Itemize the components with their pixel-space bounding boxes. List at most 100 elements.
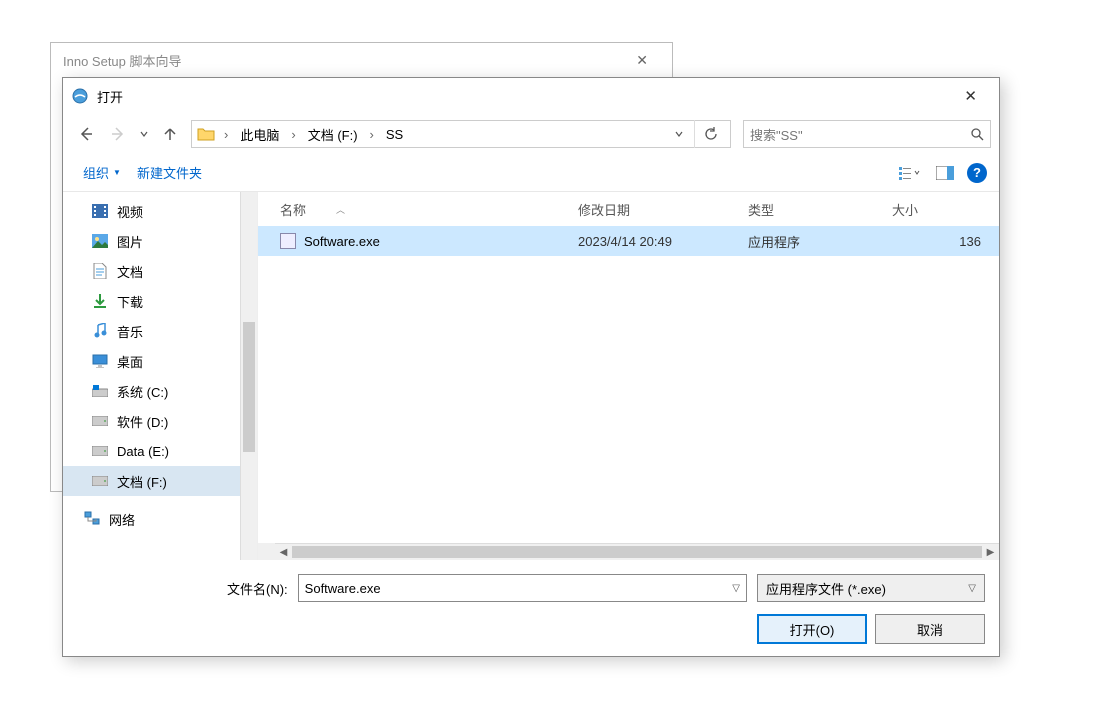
search-box[interactable]: 搜索"SS" [743,120,991,148]
sort-indicator-icon: ︿ [336,203,345,216]
tree-item-drive-e[interactable]: Data (E:) [63,436,240,466]
scroll-left-button[interactable]: ◀ [275,547,292,558]
drive-icon [91,472,109,490]
tree-scrollbar[interactable] [240,192,257,560]
address-bar[interactable]: › 此电脑 › 文档 (F:) › SS [191,120,731,148]
filename-input[interactable]: Software.exe ▽ [298,574,747,602]
search-placeholder: 搜索"SS" [750,125,803,144]
back-button[interactable] [71,120,101,148]
toolbar: 组织 ▼ 新建文件夹 ? [63,154,999,192]
horizontal-scrollbar-row: ◀ ▶ [258,543,999,560]
scroll-right-button[interactable]: ▶ [982,547,999,558]
refresh-button[interactable] [694,120,726,148]
chevron-down-icon: ▽ [968,583,976,594]
file-row[interactable]: Software.exe 2023/4/14 20:49 应用程序 136 [258,226,999,256]
dialog-footer: 文件名(N): Software.exe ▽ 应用程序文件 (*.exe) ▽ … [63,560,999,656]
tree-item-label: 文档 (F:) [117,472,167,491]
scrollbar-thumb[interactable] [243,322,255,452]
filename-value: Software.exe [305,581,381,596]
exe-file-icon [280,233,296,249]
tree-item-drive-f[interactable]: 文档 (F:) [63,466,240,496]
column-header-name[interactable]: 名称 ︿ [258,200,578,219]
search-icon [970,127,984,141]
breadcrumb-seg-1[interactable]: 此电脑 [236,123,283,146]
tree-item-label: 系统 (C:) [117,382,168,401]
forward-button[interactable] [103,120,133,148]
preview-pane-button[interactable] [931,161,959,185]
file-name: Software.exe [304,234,380,249]
tree-item-label: 音乐 [117,322,143,341]
parent-titlebar: Inno Setup 脚本向导 ✕ [51,43,672,77]
folder-icon [196,124,216,144]
tree-item-label: 桌面 [117,352,143,371]
tree-item-documents[interactable]: 文档 [63,256,240,286]
organize-button[interactable]: 组织 ▼ [75,159,129,186]
new-folder-label: 新建文件夹 [137,163,202,182]
tree-item-network[interactable]: 网络 [63,504,240,534]
organize-label: 组织 [83,163,109,182]
dialog-body: 视频 图片 文档 下载 音乐 [63,192,999,560]
documents-icon [91,262,109,280]
cancel-button[interactable]: 取消 [875,614,985,644]
column-header-size[interactable]: 大小 [888,200,999,219]
parent-window-title: Inno Setup 脚本向导 [63,51,182,70]
file-type: 应用程序 [748,232,888,251]
video-icon [91,202,109,220]
history-dropdown[interactable] [135,120,153,148]
drive-icon [91,412,109,430]
tree-item-desktop[interactable]: 桌面 [63,346,240,376]
drive-icon [91,442,109,460]
file-panel: 名称 ︿ 修改日期 类型 大小 Software.exe 2023/4/14 2… [257,192,999,560]
tree-item-label: 下载 [117,292,143,311]
tree-list[interactable]: 视频 图片 文档 下载 音乐 [63,192,240,560]
chevron-right-icon: › [220,127,232,142]
tree-item-pictures[interactable]: 图片 [63,226,240,256]
view-mode-button[interactable] [895,161,923,185]
up-button[interactable] [155,120,185,148]
new-folder-button[interactable]: 新建文件夹 [129,159,210,186]
drive-windows-icon [91,382,109,400]
tree-item-label: 文档 [117,262,143,281]
dialog-icon [71,87,89,105]
filetype-select[interactable]: 应用程序文件 (*.exe) ▽ [757,574,985,602]
file-date: 2023/4/14 20:49 [578,234,748,249]
tree-item-drive-c[interactable]: 系统 (C:) [63,376,240,406]
tree-panel: 视频 图片 文档 下载 音乐 [63,192,257,560]
tree-item-videos[interactable]: 视频 [63,196,240,226]
tree-item-label: 网络 [109,510,135,529]
chevron-right-icon: › [366,127,378,142]
address-dropdown[interactable] [668,129,690,139]
music-icon [91,322,109,340]
downloads-icon [91,292,109,310]
file-list[interactable]: Software.exe 2023/4/14 20:49 应用程序 136 [258,226,999,543]
chevron-down-icon[interactable]: ▽ [732,583,740,594]
horizontal-scrollbar[interactable]: ◀ ▶ [275,543,999,560]
network-icon [83,510,101,528]
parent-close-button[interactable]: ✕ [624,48,660,73]
file-size: 136 [888,234,999,249]
help-button[interactable]: ? [967,163,987,183]
dialog-title: 打开 [97,87,123,106]
filetype-label: 应用程序文件 (*.exe) [766,579,886,598]
pictures-icon [91,232,109,250]
file-open-dialog: 打开 ✕ › 此电脑 › 文档 (F:) › SS [62,77,1000,657]
open-button[interactable]: 打开(O) [757,614,867,644]
tree-item-music[interactable]: 音乐 [63,316,240,346]
tree-item-downloads[interactable]: 下载 [63,286,240,316]
tree-item-drive-d[interactable]: 软件 (D:) [63,406,240,436]
tree-item-label: Data (E:) [117,444,169,459]
tree-item-label: 视频 [117,202,143,221]
close-button[interactable]: ✕ [950,81,991,111]
column-header-date[interactable]: 修改日期 [578,200,748,219]
breadcrumb-seg-3[interactable]: SS [382,125,407,144]
chevron-down-icon: ▼ [113,168,121,177]
column-header-type[interactable]: 类型 [748,200,888,219]
scrollbar-thumb[interactable] [292,546,982,558]
breadcrumb-seg-2[interactable]: 文档 (F:) [304,123,362,146]
column-headers: 名称 ︿ 修改日期 类型 大小 [258,192,999,226]
navigation-row: › 此电脑 › 文档 (F:) › SS 搜索"SS" [63,114,999,154]
chevron-right-icon: › [287,127,299,142]
filename-label: 文件名(N): [227,579,288,598]
dialog-titlebar: 打开 ✕ [63,78,999,114]
tree-item-label: 软件 (D:) [117,412,168,431]
